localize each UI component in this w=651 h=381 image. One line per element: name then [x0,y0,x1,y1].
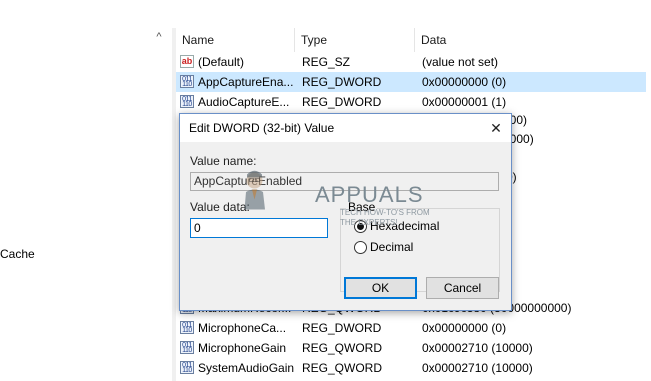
watermark-tagline: TECH HOW-TO'S FROM THE EXPERTS! [340,208,430,227]
registry-key-tree[interactable]: ^ Cache [0,28,172,381]
tree-item-cache[interactable]: Cache [0,247,35,261]
list-item[interactable]: 011 110 MicrophoneCa... REG_DWORD 0x00000… [176,318,651,338]
column-header-name[interactable]: Name [176,28,295,52]
values-list-header: Name Type Data [176,28,651,52]
dialog-titlebar[interactable]: Edit DWORD (32-bit) Value ✕ [180,114,511,142]
value-data: 0x00000001 (1) [422,95,507,109]
value-data: 0x00000000 (0) [422,321,507,335]
dialog-title: Edit DWORD (32-bit) Value [189,121,335,135]
value-type: REG_SZ [302,55,351,69]
list-item[interactable]: 011 110 AppCaptureEna... REG_DWORD 0x0000… [176,72,651,92]
decimal-label[interactable]: Decimal [370,240,413,254]
value-type: REG_DWORD [302,75,382,89]
value-type: REG_DWORD [302,321,382,335]
value-type: REG_QWORD [302,361,383,375]
value-name: AppCaptureEna... [198,75,294,89]
list-item[interactable]: 011 110 SystemAudioGain REG_QWORD 0x00002… [176,358,651,378]
string-value-icon: ab [180,55,194,68]
scroll-up-icon[interactable]: ^ [153,31,165,43]
value-type: REG_QWORD [302,341,383,355]
ok-button[interactable]: OK [344,277,417,299]
value-name: (Default) [198,55,245,69]
list-item[interactable]: 011 110 AudioCaptureE... REG_DWORD 0x0000… [176,92,651,112]
value-name: MicrophoneGain [198,341,287,355]
decimal-radio[interactable] [354,241,367,254]
close-icon[interactable]: ✕ [485,117,507,139]
cancel-button[interactable]: Cancel [426,277,499,299]
appuals-mascot-logo [244,170,265,210]
value-data: 0x00002710 (10000) [422,341,533,355]
column-header-type[interactable]: Type [295,28,415,52]
watermark-brand: APPUALS [315,182,424,207]
binary-value-icon: 011110 [180,361,194,374]
binary-value-icon: 011110 [180,341,194,354]
binary-value-icon: 011110 [180,75,194,88]
value-data: 0x00002710 (10000) [422,361,533,375]
list-item[interactable]: 011 110 MicrophoneGain REG_QWORD 0x000027… [176,338,651,358]
list-item[interactable]: ab (Default) REG_SZ (value not set) [176,52,651,72]
binary-value-icon: 011110 [180,321,194,334]
binary-value-icon: 011110 [180,95,194,108]
value-type: REG_DWORD [302,95,382,109]
value-name: AudioCaptureE... [198,95,290,109]
value-data: (value not set) [422,55,499,69]
value-data: 0x00000000 (0) [422,75,507,89]
value-name: MicrophoneCa... [198,321,287,335]
value-name: SystemAudioGain [198,361,294,375]
column-header-data[interactable]: Data [415,28,651,52]
vertical-scrollbar[interactable] [646,28,651,381]
